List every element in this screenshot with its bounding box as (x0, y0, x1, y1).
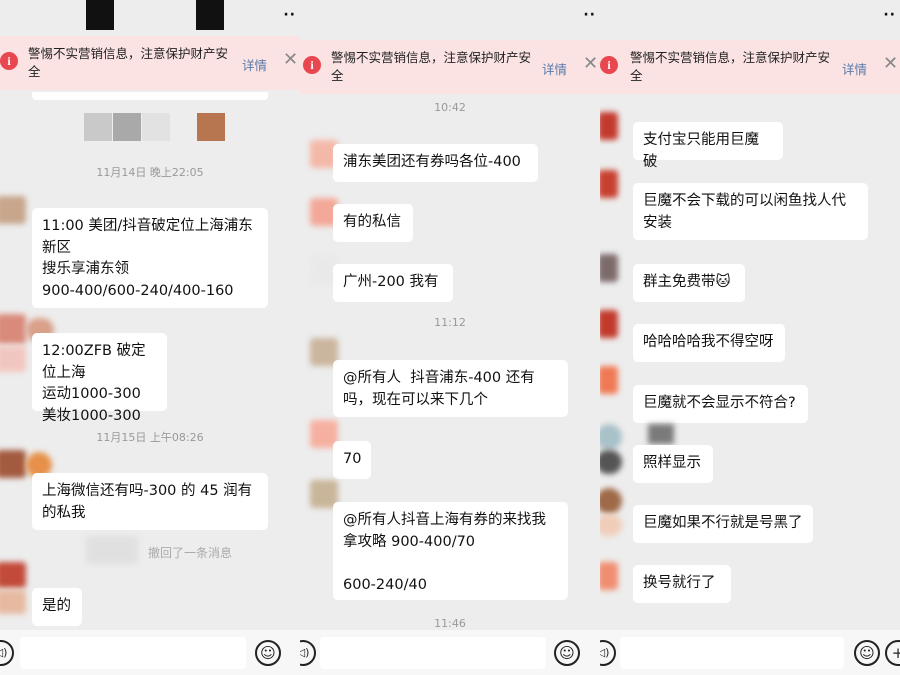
message-bubble[interactable]: @所有人抖音上海有券的来找我拿攻略 900-400/70 600-240/40 (333, 502, 568, 600)
avatar[interactable] (600, 488, 622, 514)
recall-notice: 撤回了一条消息 (148, 546, 233, 560)
warning-details-link[interactable]: 详情 (542, 59, 567, 78)
input-bar: ◁) ☺ (300, 630, 600, 675)
timestamp: 11:12 (434, 316, 466, 329)
message-bubble[interactable]: 是的 (32, 588, 82, 626)
chat-panel-1: ·· i 警惕不实营销信息，注意保护财产安全 详情 ✕ 11月14日 晚上22:… (0, 0, 300, 675)
message-bubble[interactable]: 11:00 美团/抖音破定位上海浦东新区 搜乐享浦东领 900-400/600-… (32, 208, 268, 308)
avatar-blur (600, 450, 622, 474)
avatar[interactable] (0, 314, 26, 344)
avatar[interactable] (0, 562, 26, 588)
chat-panel-2: ·· i 警惕不实营销信息，注意保护财产安全 详情 ✕ 10:42 浦东美团还有… (300, 0, 600, 675)
redacted-block (86, 0, 114, 30)
blurred-image (197, 113, 225, 141)
timestamp: 11月15日 上午08:26 (96, 431, 204, 444)
emoji-icon[interactable]: ☺ (854, 640, 880, 666)
timestamp: 11:46 (434, 617, 466, 630)
message-bubble[interactable]: 浦东美团还有券吗各位-400 (333, 144, 538, 182)
avatar[interactable] (600, 170, 618, 198)
warning-details-link[interactable]: 详情 (242, 55, 267, 74)
avatar-blur (0, 346, 26, 372)
message-bubble[interactable]: @所有人 抖音浦东-400 还有吗，现在可以来下几个 (333, 360, 568, 417)
info-icon: i (303, 56, 321, 74)
emoji-icon[interactable]: ☺ (554, 640, 580, 666)
warning-banner: i 警惕不实营销信息，注意保护财产安全 详情 ✕ (0, 36, 300, 90)
warning-details-link[interactable]: 详情 (842, 59, 867, 78)
warning-text: 警惕不实营销信息，注意保护财产安全 (28, 46, 229, 79)
emoji-icon[interactable]: ☺ (255, 640, 281, 666)
info-icon: i (600, 56, 618, 74)
more-icon[interactable]: ·· (283, 8, 296, 22)
chat-panel-3: ·· i 警惕不实营销信息，注意保护财产安全 详情 ✕ 支付宝只能用巨魔破 巨魔… (600, 0, 900, 675)
top-bar: ·· (0, 0, 300, 36)
message-bubble[interactable]: 有的私信 (333, 204, 413, 242)
warning-banner: i 警惕不实营销信息，注意保护财产安全 详情 ✕ (300, 40, 600, 94)
redacted-name (648, 424, 674, 444)
message-input[interactable] (620, 637, 844, 669)
info-icon: i (0, 52, 18, 70)
close-icon[interactable]: ✕ (583, 54, 598, 74)
avatar[interactable] (600, 112, 618, 140)
timestamp: 10:42 (434, 101, 466, 114)
close-icon[interactable]: ✕ (883, 54, 898, 74)
plus-icon[interactable]: + (885, 640, 900, 666)
redacted-name (86, 536, 138, 564)
redacted-block (196, 0, 224, 30)
timestamp: 11月14日 晚上22:05 (96, 166, 204, 179)
message-bubble[interactable]: 巨魔不会下载的可以闲鱼找人代安装 (633, 183, 868, 240)
message-bubble[interactable]: 哈哈哈哈我不得空呀 (633, 324, 785, 362)
avatar-blur (600, 514, 622, 536)
avatar[interactable] (600, 254, 618, 282)
input-bar: ◁) ☺ + (600, 630, 900, 675)
message-bubble[interactable]: 照样显示 (633, 445, 713, 483)
blurred-image (84, 113, 112, 141)
message-bubble-partial (32, 92, 268, 100)
avatar[interactable] (600, 366, 618, 394)
more-icon[interactable]: ·· (583, 8, 596, 22)
more-icon[interactable]: ·· (883, 8, 896, 22)
top-bar: ·· (300, 0, 600, 36)
warning-text: 警惕不实营销信息，注意保护财产安全 (630, 50, 831, 83)
message-bubble[interactable]: 群主免费带🐱 (633, 264, 745, 302)
message-bubble[interactable]: 巨魔就不会显示不符合? (633, 385, 808, 423)
avatar[interactable] (0, 196, 26, 224)
avatar[interactable] (600, 562, 618, 590)
blurred-image (142, 113, 170, 141)
blurred-image (113, 113, 141, 141)
message-bubble[interactable]: 换号就行了 (633, 565, 731, 603)
warning-banner: i 警惕不实营销信息，注意保护财产安全 详情 ✕ (600, 40, 900, 94)
message-bubble[interactable]: 上海微信还有吗-300 的 45 润有的私我 (32, 473, 268, 530)
input-bar: ◁) ☺ (0, 630, 300, 675)
voice-icon[interactable]: ◁) (600, 640, 616, 666)
avatar-blur (0, 590, 26, 614)
voice-icon[interactable]: ◁) (0, 640, 14, 666)
message-bubble[interactable]: 支付宝只能用巨魔破 (633, 122, 783, 170)
close-icon[interactable]: ✕ (283, 50, 298, 70)
avatar[interactable] (600, 310, 618, 338)
top-bar: ·· (600, 0, 900, 36)
message-input[interactable] (20, 637, 246, 669)
voice-icon[interactable]: ◁) (300, 640, 316, 666)
message-bubble[interactable]: 12:00ZFB 破定位上海 运动1000-300 美妆1000-300 (32, 333, 167, 424)
message-bubble[interactable]: 广州-200 我有 (333, 264, 453, 302)
message-bubble[interactable]: 巨魔如果不行就是号黑了 (633, 505, 813, 543)
avatar[interactable] (0, 450, 26, 478)
message-bubble[interactable]: 70 (333, 441, 371, 479)
message-input[interactable] (320, 637, 546, 669)
avatar[interactable] (600, 424, 622, 450)
warning-text: 警惕不实营销信息，注意保护财产安全 (331, 50, 532, 83)
